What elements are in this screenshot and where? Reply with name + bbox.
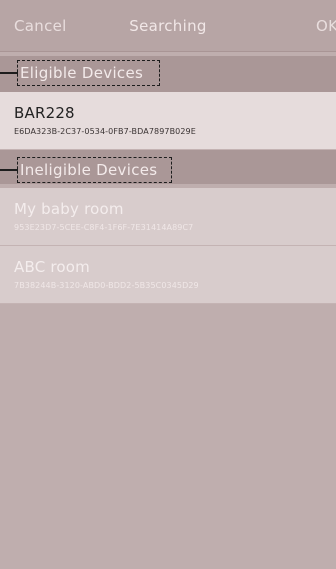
annotation-pointer-line — [0, 72, 18, 74]
ok-button[interactable]: OK — [316, 17, 336, 35]
device-row-ineligible[interactable]: My baby room 953E23D7-5CEE-C8F4-1F6F-7E3… — [0, 188, 336, 246]
device-id: 7B38244B-3120-ABD0-BDD2-5B35C0345D29 — [14, 281, 199, 290]
section-title-eligible: Eligible Devices — [20, 64, 144, 82]
device-name: ABC room — [14, 258, 90, 276]
device-row-eligible[interactable]: BAR228 E6DA323B-2C37-0534-0FB7-BDA7897B0… — [0, 92, 336, 150]
navigation-bar: Cancel Searching OK — [0, 0, 336, 52]
device-name: BAR228 — [14, 104, 75, 122]
annotation-pointer-line — [0, 169, 18, 171]
nav-title: Searching — [129, 17, 207, 35]
device-id: E6DA323B-2C37-0534-0FB7-BDA7897B029E — [14, 127, 196, 136]
device-row-ineligible[interactable]: ABC room 7B38244B-3120-ABD0-BDD2-5B35C03… — [0, 246, 336, 304]
device-name: My baby room — [14, 200, 124, 218]
section-header-eligible: Eligible Devices — [0, 56, 336, 92]
section-header-ineligible: Ineligible Devices — [0, 150, 336, 184]
device-id: 953E23D7-5CEE-C8F4-1F6F-7E31414A89C7 — [14, 223, 194, 232]
device-search-screen: Cancel Searching OK Eligible Devices BAR… — [0, 0, 336, 569]
section-title-ineligible: Ineligible Devices — [20, 161, 158, 179]
